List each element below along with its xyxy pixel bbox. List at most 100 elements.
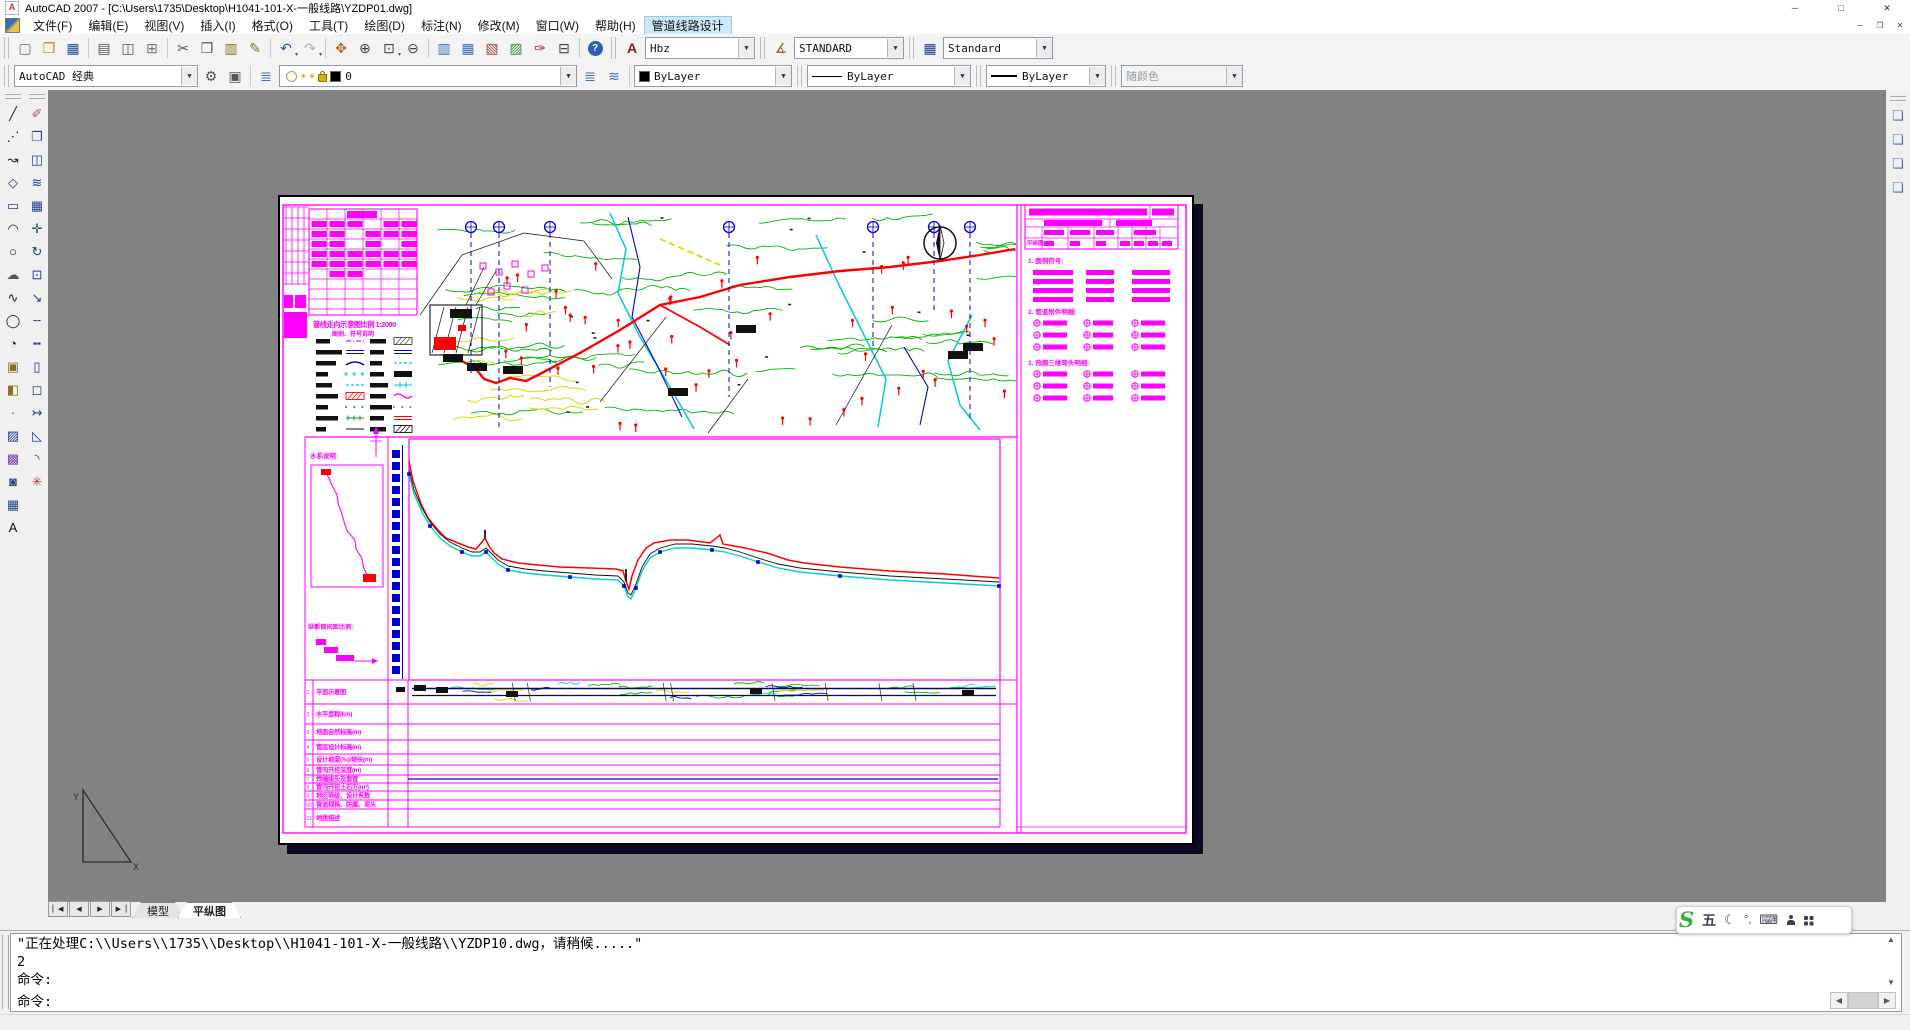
open-file-icon[interactable]: ❒ [37,36,61,60]
menu-item-窗口[interactable]: 窗口(W) [528,18,587,34]
line-icon[interactable]: ╱ [2,102,24,125]
toolbar-grip[interactable] [909,37,914,59]
chevron-down-icon[interactable]: ▼ [775,67,791,85]
lineweight-combo[interactable]: ByLayer▼ [986,65,1106,87]
toolbar-grip[interactable] [611,37,616,59]
minimize-button[interactable]: ─ [1772,0,1818,16]
circle-icon[interactable]: ○ [2,240,24,263]
keyboard-icon[interactable]: ⌨ [1759,912,1778,928]
mdi-minimize-button[interactable]: ─ [1850,18,1870,32]
scroll-right-icon[interactable]: ▶ [1878,992,1896,1009]
viewport-icon-1[interactable]: ❏ [1888,104,1908,128]
cut-icon[interactable]: ✂ [171,36,195,60]
menu-item-格式[interactable]: 格式(O) [244,18,301,34]
extend-icon[interactable]: ╍ [26,332,48,355]
save-icon[interactable]: ▦ [61,36,85,60]
text-style-icon[interactable]: A [620,36,644,60]
zoom-realtime-icon[interactable]: ⊕ [353,36,377,60]
table-icon[interactable]: ▦ [2,493,24,516]
save-workspace-icon[interactable]: ▣ [223,64,247,88]
menu-item-插入[interactable]: 插入(I) [192,18,243,34]
toolbar-grip[interactable] [797,65,802,87]
drawing-canvas[interactable]: 管线走向示意图比例 1:2000图例、符号说明水系说明:纵断面间距比例:1平面示… [48,90,1886,902]
viewport-icon-2[interactable]: ❏ [1888,128,1908,152]
menu-item-修改[interactable]: 修改(M) [470,18,528,34]
toolbar-grip[interactable] [760,37,765,59]
quickcalc-icon[interactable]: ⊟ [552,36,576,60]
new-file-icon[interactable]: ▢ [13,36,37,60]
sogou-logo-icon[interactable]: S [1679,909,1694,931]
ime-mode[interactable]: 五 [1702,910,1716,930]
color-combo[interactable]: ByLayer▼ [634,65,792,87]
toolbar-grip[interactable] [4,65,9,87]
scroll-up-icon[interactable]: ▲ [1887,935,1895,944]
menu-pipeline-design[interactable]: 管道线路设计 [644,16,732,35]
scale-icon[interactable]: ⊡ [26,263,48,286]
gradient-icon[interactable]: ▩ [2,447,24,470]
command-window-grip[interactable] [2,935,9,1009]
layer-lock-icon[interactable] [318,74,327,82]
chevron-down-icon[interactable]: ▼ [954,67,970,85]
linetype-combo[interactable]: ByLayer▼ [807,65,971,87]
dim-style-icon[interactable]: ∡ [769,36,793,60]
zoom-window-icon[interactable]: ⊡▾ [377,36,401,60]
explode-icon[interactable]: ✳ [26,470,48,493]
insert-block-icon[interactable]: ▣ [2,355,24,378]
scroll-down-icon[interactable]: ▼ [1887,978,1895,987]
tab-first-button[interactable]: ▏◀ [48,901,68,917]
ellipse-icon[interactable]: ◯ [2,309,24,332]
workspace-combo[interactable]: AutoCAD 经典▼ [14,65,198,87]
close-button[interactable]: ✕ [1864,0,1910,16]
chevron-down-icon[interactable]: ▼ [560,67,576,85]
workspace-settings-icon[interactable]: ⚙ [199,64,223,88]
match-properties-icon[interactable]: ✎ [243,36,267,60]
toolbar-grip[interactable] [29,94,45,99]
dim-style-combo[interactable]: STANDARD▼ [794,37,904,59]
viewport-icon-4[interactable]: ❏ [1888,176,1908,200]
maximize-button[interactable]: □ [1818,0,1864,16]
chamfer-icon[interactable]: ◺ [26,424,48,447]
spline-icon[interactable]: ∿ [2,286,24,309]
text-style-combo[interactable]: Hbz▼ [645,37,755,59]
break-at-point-icon[interactable]: ▯ [26,355,48,378]
layer-freeze-icon[interactable]: ☀ [300,70,307,83]
layer-freeze-vp-icon[interactable]: ☀ [309,70,316,83]
region-icon[interactable]: ◙ [2,470,24,493]
ellipse-arc-icon[interactable]: ◔ [2,332,24,355]
layer-previous-icon[interactable]: ≣ [578,64,602,88]
multiline-text-icon[interactable]: A [2,516,24,539]
make-block-icon[interactable]: ◧ [2,378,24,401]
markup-set-manager-icon[interactable]: ✑ [528,36,552,60]
table-style-combo[interactable]: Standard▼ [943,37,1053,59]
scroll-left-icon[interactable]: ◀ [1830,992,1848,1009]
chevron-down-icon[interactable]: ▼ [738,39,754,57]
mdi-restore-button[interactable]: ❐ [1870,18,1890,32]
plot-icon[interactable]: ▤ [92,36,116,60]
arc-icon[interactable]: ◠ [2,217,24,240]
sheet-set-manager-icon[interactable]: ▨ [504,36,528,60]
construction-line-icon[interactable]: ⋰ [2,125,24,148]
layer-on-icon[interactable] [286,71,297,82]
array-icon[interactable]: ▦ [26,194,48,217]
menu-item-视图[interactable]: 视图(V) [136,18,192,34]
command-vscroll[interactable]: ▲ ▼ [1884,935,1898,987]
move-icon[interactable]: ✛ [26,217,48,240]
point-icon[interactable]: ∙ [2,401,24,424]
drawing-sheet[interactable]: 管线走向示意图比例 1:2000图例、符号说明水系说明:纵断面间距比例:1平面示… [278,195,1194,845]
toolbar-grip[interactable] [976,65,981,87]
break-icon[interactable]: ◻ [26,378,48,401]
layer-combo[interactable]: ☀ ☀ 0 ▼ [279,65,577,87]
publish-icon[interactable]: ⊞ [140,36,164,60]
chevron-down-icon[interactable]: ▼ [1089,67,1105,85]
trim-icon[interactable]: ╌ [26,309,48,332]
undo-icon[interactable]: ↶▾ [274,36,298,60]
viewport-icon-3[interactable]: ❏ [1888,152,1908,176]
join-icon[interactable]: ↣ [26,401,48,424]
polyline-icon[interactable]: ↝ [2,148,24,171]
tab-平纵图[interactable]: 平纵图 [178,902,241,918]
copy-clip-icon[interactable]: ❐ [195,36,219,60]
offset-icon[interactable]: ≋ [26,171,48,194]
command-hscroll[interactable]: ◀ ▶ [1830,992,1896,1008]
chevron-down-icon[interactable]: ▼ [181,67,197,85]
punctuation-icon[interactable]: °, [1744,914,1751,926]
